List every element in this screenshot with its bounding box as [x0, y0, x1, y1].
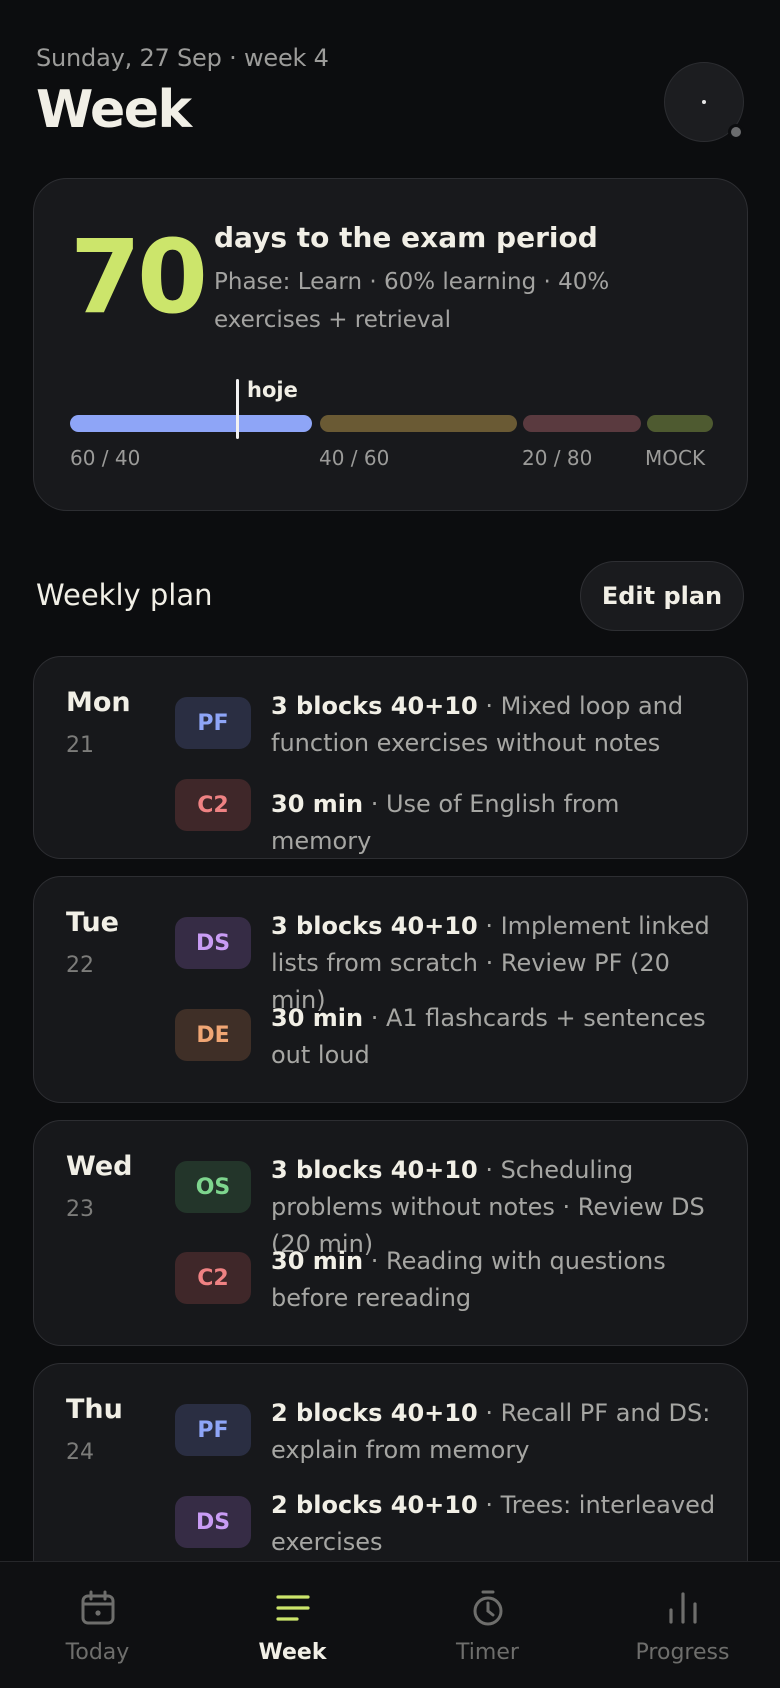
subject-badge: DS	[175, 917, 251, 969]
segment-label: 20 / 80	[522, 446, 593, 470]
task-duration: 3 blocks 40+10	[271, 692, 478, 720]
calendar-icon	[81, 1590, 114, 1625]
day-number: 23	[66, 1197, 94, 1222]
exam-countdown-card: 70 days to the exam period Phase: Learn …	[33, 178, 748, 511]
task-text: 30 min · A1 flashcards + sentences out l…	[271, 1000, 723, 1074]
day-card-wed[interactable]: Wed 23 OS 3 blocks 40+10 · Scheduling pr…	[33, 1120, 748, 1346]
tab-today[interactable]: Today	[0, 1562, 195, 1688]
today-label: hoje	[247, 378, 298, 402]
tab-label: Today	[65, 1640, 130, 1665]
task-duration: 2 blocks 40+10	[271, 1399, 478, 1427]
tab-timer[interactable]: Timer	[390, 1562, 585, 1688]
task-duration: 30 min	[271, 1247, 364, 1275]
stopwatch-icon	[473, 1590, 502, 1626]
subject-badge: DS	[175, 1496, 251, 1548]
task-duration: 30 min	[271, 1004, 364, 1032]
day-card-mon[interactable]: Mon 21 PF 3 blocks 40+10 · Mixed loop an…	[33, 656, 748, 859]
tab-week[interactable]: Week	[195, 1562, 390, 1688]
timeline-segment-retrieval	[523, 415, 641, 432]
bottom-tab-bar: Today Week Timer Progress	[0, 1561, 780, 1688]
task-duration: 2 blocks 40+10	[271, 1491, 478, 1519]
task-duration: 30 min	[271, 790, 364, 818]
day-name: Thu	[66, 1394, 123, 1425]
bar-chart-icon	[668, 1592, 697, 1624]
status-indicator	[728, 124, 744, 140]
tab-label: Week	[258, 1640, 327, 1665]
segment-label: 40 / 60	[319, 446, 390, 470]
segment-label: MOCK	[645, 446, 706, 470]
page-header: Sunday, 27 Sep · week 4 Week	[36, 44, 744, 144]
timeline-segment-learn	[70, 415, 312, 432]
subject-badge: DE	[175, 1009, 251, 1061]
timeline-segment-mock	[647, 415, 713, 432]
day-number: 24	[66, 1440, 94, 1465]
phase-description: Phase: Learn · 60% learning · 40% exerci…	[214, 269, 610, 333]
tab-label: Timer	[456, 1640, 519, 1665]
subject-badge: PF	[175, 1404, 251, 1456]
weekly-plan-title: Weekly plan	[36, 578, 213, 612]
day-name: Mon	[66, 687, 131, 718]
segment-label: 60 / 40	[70, 446, 141, 470]
timeline-segment-practice	[320, 415, 517, 432]
tab-progress[interactable]: Progress	[585, 1562, 780, 1688]
task-text: 2 blocks 40+10 · Trees: interleaved exer…	[271, 1487, 723, 1561]
subject-badge: C2	[175, 1252, 251, 1304]
days-count: 70	[70, 218, 208, 337]
subject-badge: PF	[175, 697, 251, 749]
task-text: 30 min · Reading with questions before r…	[271, 1243, 723, 1317]
day-name: Wed	[66, 1151, 133, 1182]
page-title: Week	[36, 80, 192, 140]
avatar-dot	[702, 100, 706, 104]
task-text: 2 blocks 40+10 · Recall PF and DS: expla…	[271, 1395, 723, 1469]
phase-timeline	[70, 415, 713, 433]
day-number: 21	[66, 733, 94, 758]
subject-badge: C2	[175, 779, 251, 831]
day-name: Tue	[66, 907, 119, 938]
tab-label: Progress	[635, 1640, 730, 1665]
task-text: 30 min · Use of English from memory	[271, 786, 723, 860]
avatar[interactable]	[664, 62, 744, 142]
countdown-title: days to the exam period	[214, 221, 598, 254]
task-duration: 3 blocks 40+10	[271, 912, 478, 940]
today-marker	[236, 379, 239, 439]
date-subtitle: Sunday, 27 Sep · week 4	[36, 44, 329, 72]
task-duration: 3 blocks 40+10	[271, 1156, 478, 1184]
subject-badge: OS	[175, 1161, 251, 1213]
menu-lines-icon	[275, 1595, 310, 1621]
day-number: 22	[66, 953, 94, 978]
edit-plan-button[interactable]: Edit plan	[580, 561, 744, 631]
task-text: 3 blocks 40+10 · Mixed loop and function…	[271, 688, 723, 762]
day-card-tue[interactable]: Tue 22 DS 3 blocks 40+10 · Implement lin…	[33, 876, 748, 1103]
